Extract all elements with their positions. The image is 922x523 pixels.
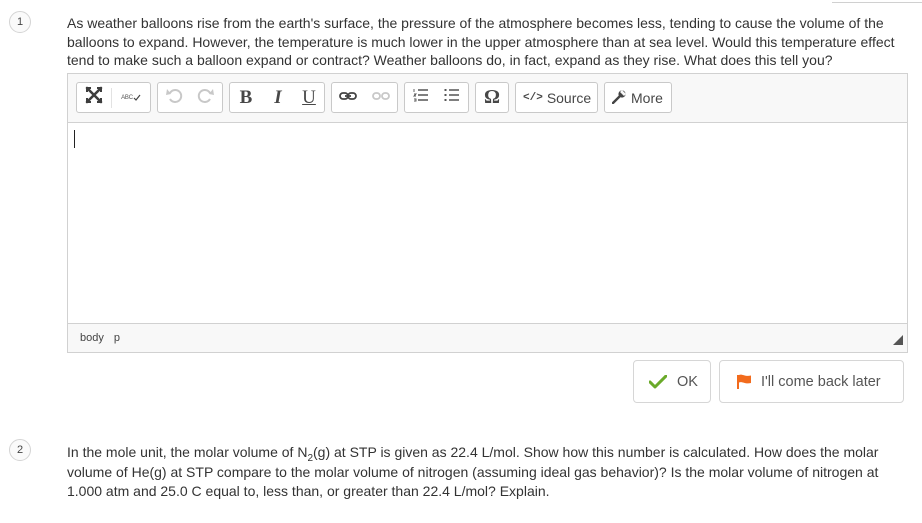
spellcheck-button[interactable]: ABC [112, 83, 150, 112]
bulleted-list-button[interactable] [437, 83, 469, 112]
come-back-later-label: I'll come back later [761, 373, 881, 390]
path-item-p[interactable]: p [114, 332, 120, 344]
undo-button[interactable] [158, 83, 190, 112]
ok-label: OK [677, 373, 698, 390]
numbered-list-button[interactable] [405, 83, 437, 112]
flag-icon [736, 374, 752, 390]
toolbar-group-document: </> Source [515, 82, 598, 113]
question-2-text-start: In the mole unit, the molar volume of N [67, 444, 308, 460]
special-character-button[interactable]: Ω [476, 83, 508, 112]
spellcheck-label: ABC [121, 94, 133, 101]
redo-icon [197, 86, 215, 109]
ok-button[interactable]: OK [633, 360, 711, 403]
wrench-icon [611, 89, 627, 107]
editor-content-area[interactable] [68, 123, 907, 323]
undo-icon [165, 86, 183, 109]
checkmark-icon [649, 374, 667, 389]
spellcheck-icon: ABC [121, 94, 141, 102]
more-label: More [631, 89, 663, 106]
text-caret [74, 130, 75, 148]
source-label: Source [546, 89, 592, 106]
numbered-list-icon [412, 88, 429, 107]
code-icon: </> [523, 91, 543, 104]
toolbar-group-insert: Ω [475, 82, 509, 113]
maximize-button[interactable] [77, 83, 111, 112]
toolbar-group-history [157, 82, 223, 113]
editor-status-bar: body p [68, 323, 907, 352]
unlink-icon [371, 89, 390, 107]
bulleted-list-icon [444, 88, 460, 107]
path-item-body[interactable]: body [80, 332, 104, 344]
question-1-text: As weather balloons rise from the earth'… [67, 15, 895, 68]
link-button[interactable] [332, 83, 365, 112]
underline-button[interactable]: U [294, 83, 324, 112]
link-icon [339, 89, 358, 107]
unlink-button[interactable] [365, 83, 398, 112]
question-number-badge: 1 [9, 11, 31, 33]
rich-text-editor: ABC B I U Ω </> Source More body p [67, 73, 908, 353]
more-button[interactable]: More [605, 83, 670, 112]
toolbar-group-tools: ABC [76, 82, 151, 113]
come-back-later-button[interactable]: I'll come back later [719, 360, 904, 403]
toolbar-group-lists [404, 82, 469, 113]
italic-button[interactable]: I [262, 83, 294, 112]
toolbar-group-links [331, 82, 398, 113]
question-2-text: In the mole unit, the molar volume of N2… [67, 443, 912, 502]
resize-handle-icon[interactable] [893, 335, 903, 348]
source-button[interactable]: </> Source [516, 83, 598, 112]
question-number-badge-2: 2 [9, 439, 31, 461]
toolbar-group-more: More [604, 82, 672, 113]
element-path: body p [80, 332, 120, 344]
bold-button[interactable]: B [230, 83, 262, 112]
top-right-edge [832, 0, 922, 3]
toolbar-group-basic-styles: B I U [229, 82, 325, 113]
editor-toolbar: ABC B I U Ω </> Source More [68, 74, 907, 123]
redo-button[interactable] [190, 83, 222, 112]
maximize-icon [85, 86, 103, 109]
